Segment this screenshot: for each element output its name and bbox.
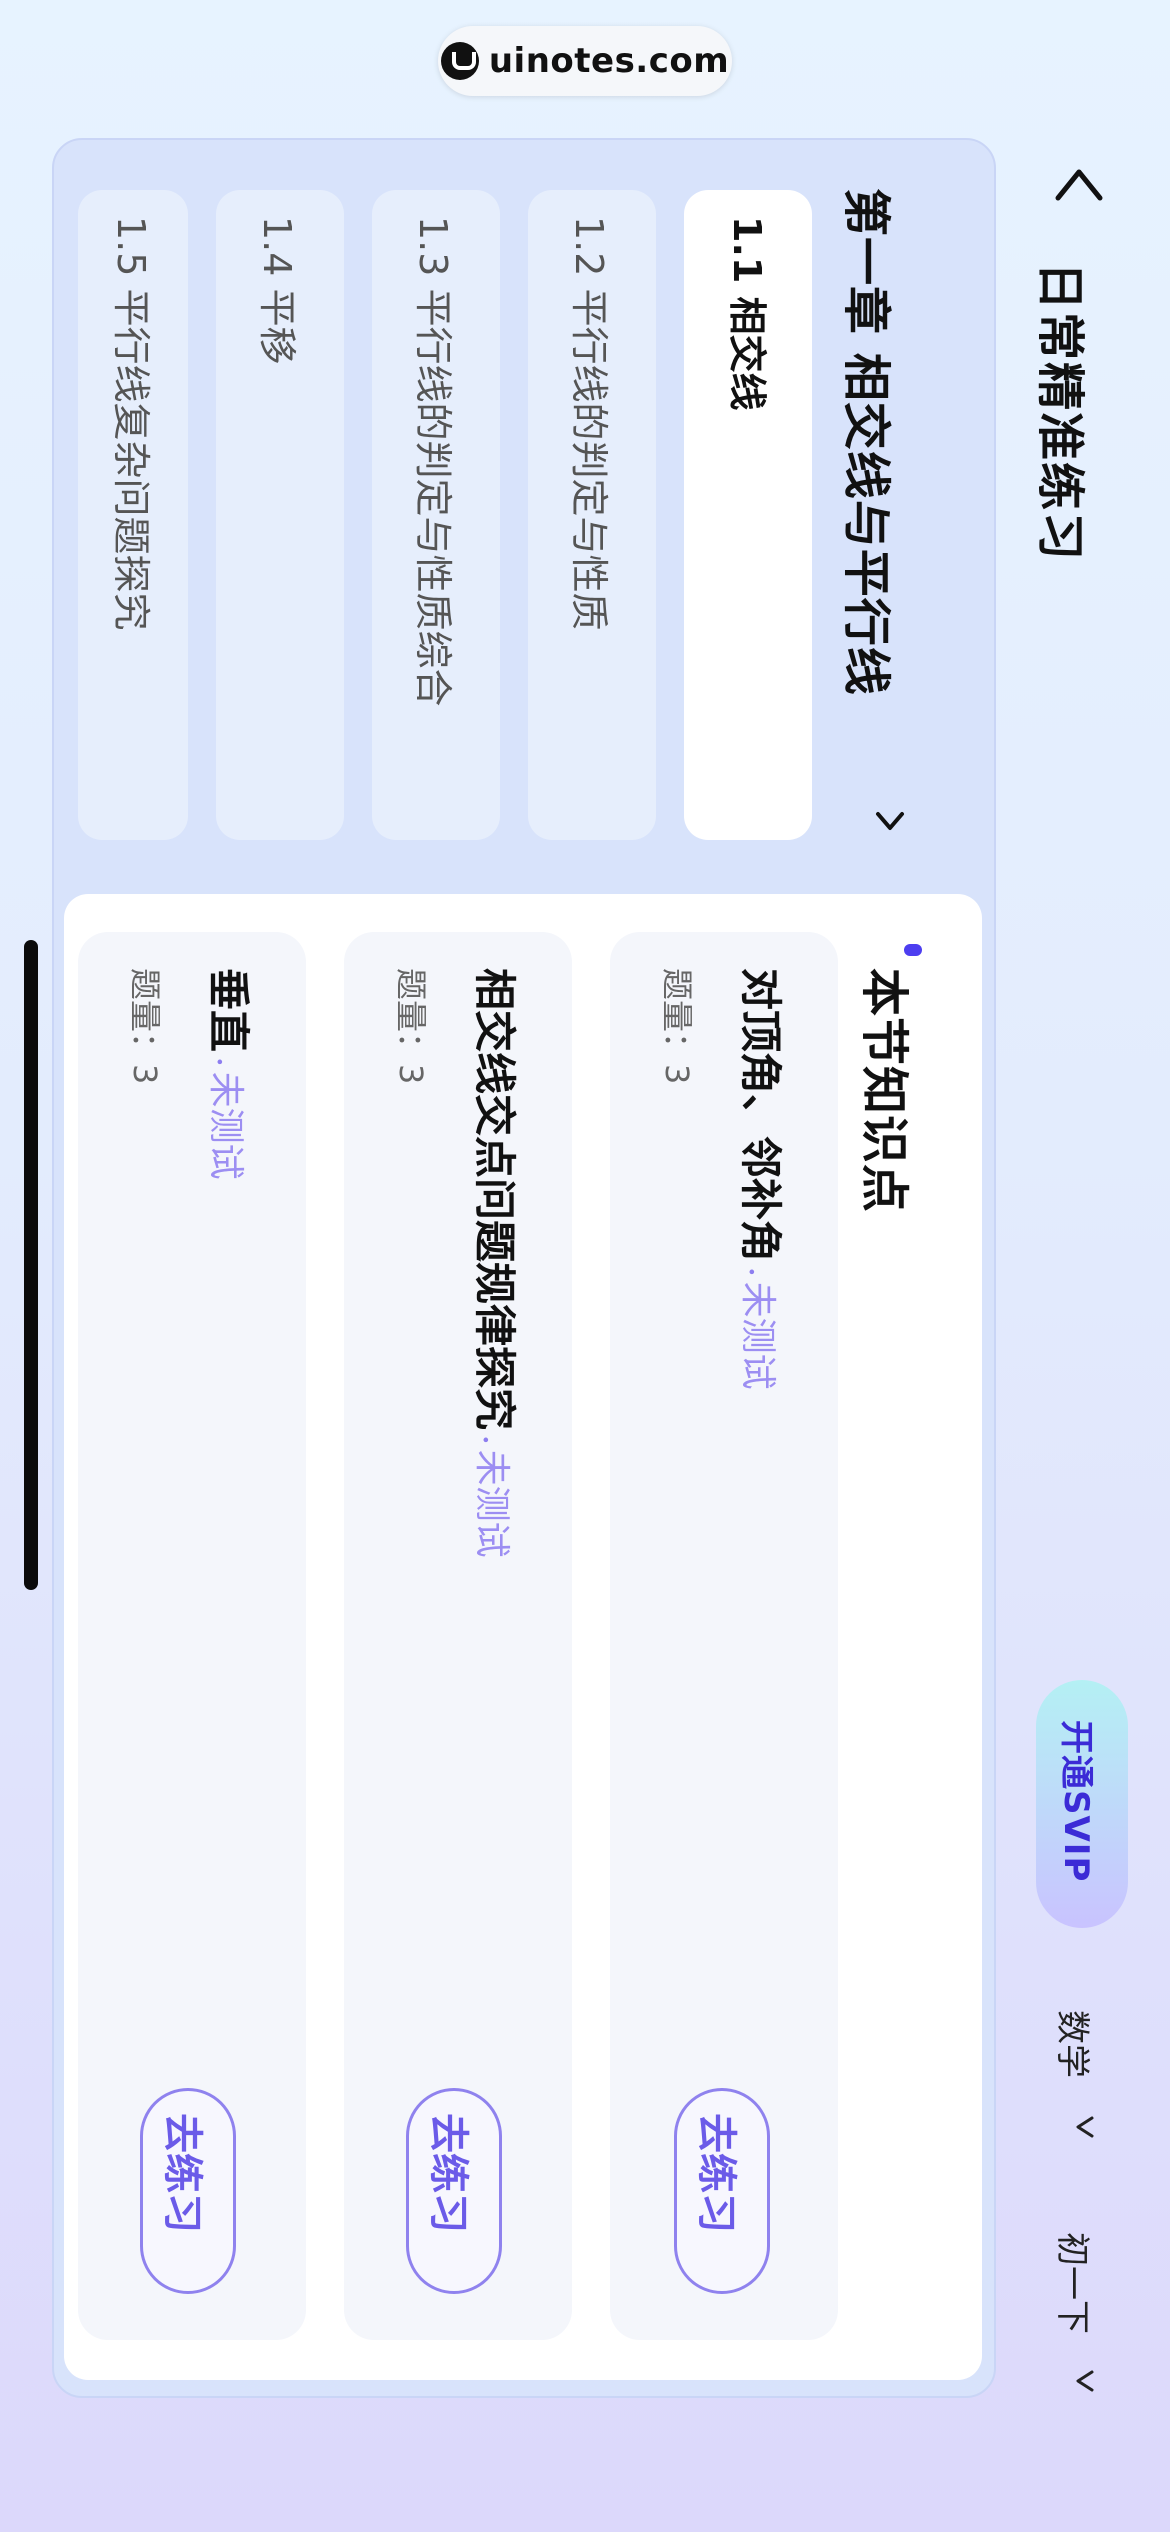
back-chevron-icon[interactable] [1052, 158, 1106, 212]
go-practice-label: 去练习 [159, 2113, 205, 2233]
go-practice-button[interactable]: 去练习 [674, 2088, 770, 2294]
section-title-accent [904, 944, 922, 956]
go-practice-label: 去练习 [693, 2113, 739, 2233]
question-count: 题量：3 [126, 968, 164, 1085]
knowledge-point-item[interactable]: 相交线交点问题规律探究 • 未测试 题量：3 去练习 [344, 932, 572, 2340]
go-practice-label: 去练习 [425, 2113, 471, 2233]
question-count: 题量：3 [658, 968, 696, 1085]
section-tab-1-5[interactable]: 1.5 平行线复杂问题探究 [78, 190, 188, 840]
open-svip-button[interactable]: 开通SVIP [1036, 1680, 1128, 1928]
knowledge-point-status: 未测试 [737, 1281, 778, 1390]
grade-label: 初一下 [1052, 2232, 1092, 2334]
knowledge-points-title: 本节知识点 [856, 968, 912, 1214]
section-tab-label: 1.4 平移 [255, 216, 299, 365]
go-practice-button[interactable]: 去练习 [406, 2088, 502, 2294]
chapter-chevron-icon[interactable] [870, 800, 910, 840]
section-tab-label: 1.5 平行线复杂问题探究 [109, 216, 153, 631]
grade-selector[interactable]: 初一下 [1051, 2232, 1100, 2334]
knowledge-point-item[interactable]: 垂直 • 未测试 题量：3 去练习 [78, 932, 306, 2340]
section-tab-label: 1.2 平行线的判定与性质 [567, 216, 611, 631]
go-practice-button[interactable]: 去练习 [140, 2088, 236, 2294]
watermark-text: uinotes.com [488, 41, 730, 81]
knowledge-point-heading: 相交线交点问题规律探究 • 未测试 [470, 968, 519, 1558]
knowledge-point-item[interactable]: 对顶角、邻补角 • 未测试 题量：3 去练习 [610, 932, 838, 2340]
subject-chevron-icon[interactable] [1072, 2114, 1098, 2140]
knowledge-point-status: 未测试 [471, 1449, 512, 1558]
knowledge-point-heading: 垂直 • 未测试 [204, 968, 253, 1180]
section-tab-1-2[interactable]: 1.2 平行线的判定与性质 [528, 190, 656, 840]
section-tab-1-4[interactable]: 1.4 平移 [216, 190, 344, 840]
knowledge-point-status: 未测试 [205, 1071, 246, 1180]
svip-label: 开通SVIP [1056, 1720, 1096, 1883]
section-tab-1-1[interactable]: 1.1 相交线 [684, 190, 812, 840]
uinotes-logo-icon [440, 42, 479, 80]
knowledge-point-name: 垂直 [204, 968, 253, 1053]
section-tab-label: 1.1 相交线 [725, 216, 769, 411]
knowledge-point-name: 相交线交点问题规律探究 [470, 968, 519, 1431]
chapter-title[interactable]: 第一章 相交线与平行线 [836, 188, 906, 696]
subject-label: 数学 [1052, 2010, 1092, 2078]
section-tab-label: 1.3 平行线的判定与性质综合 [411, 216, 455, 707]
watermark-badge: uinotes.com [438, 26, 732, 96]
subject-selector[interactable]: 数学 [1051, 2010, 1100, 2078]
knowledge-point-heading: 对顶角、邻补角 • 未测试 [736, 968, 785, 1390]
home-indicator-bar[interactable] [24, 940, 38, 1590]
grade-chevron-icon[interactable] [1072, 2368, 1098, 2394]
knowledge-point-name: 对顶角、邻补角 [736, 968, 785, 1263]
page-title: 日常精准练习 [1032, 262, 1088, 563]
section-tab-1-3[interactable]: 1.3 平行线的判定与性质综合 [372, 190, 500, 840]
question-count: 题量：3 [392, 968, 430, 1085]
